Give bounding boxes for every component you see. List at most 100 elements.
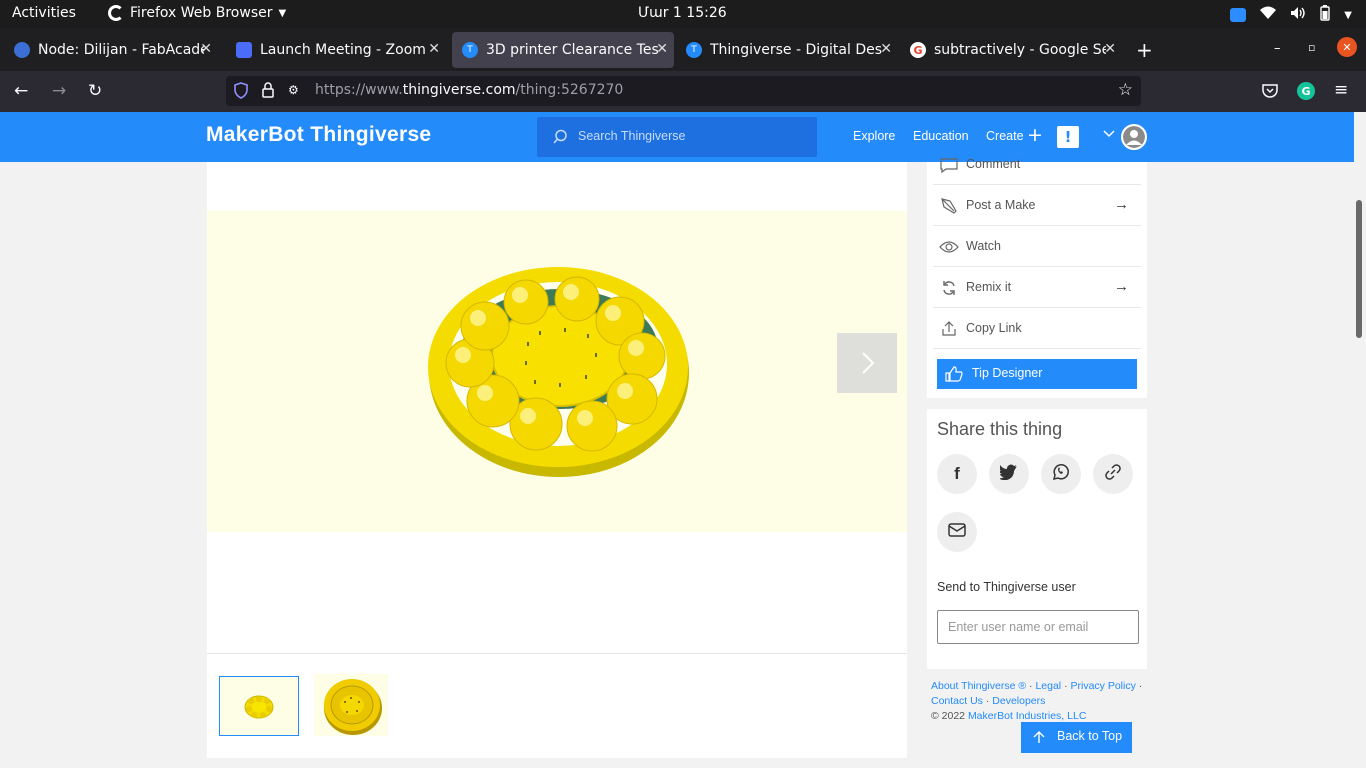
app-menu[interactable]: Firefox Web Browser ▼ (108, 5, 286, 21)
close-tab-icon[interactable]: ✕ (200, 41, 212, 57)
search-icon (553, 129, 568, 148)
navigation-toolbar: ← → ↻ ⚙ https://www.thingiverse.com/thin… (0, 71, 1366, 112)
tab-clearance-test[interactable]: T 3D printer Clearance Test ✕ (452, 32, 674, 68)
nav-explore[interactable]: Explore (853, 129, 895, 143)
chevron-down-icon[interactable] (1103, 128, 1115, 141)
copy-link-label: Copy Link (966, 321, 1022, 335)
permissions-icon[interactable]: ⚙ (288, 83, 299, 97)
tracking-shield-icon[interactable] (234, 82, 248, 103)
remix-label: Remix it (966, 280, 1012, 294)
tab-fabacademy[interactable]: Node: Dilijan - FabAcademy ✕ (4, 32, 218, 68)
thumbnail-2[interactable] (314, 674, 388, 736)
tip-designer-label: Tip Designer (972, 366, 1043, 380)
search-placeholder: Search Thingiverse (578, 129, 686, 143)
tab-thingiverse-design[interactable]: T Thingiverse - Digital Design ✕ (676, 32, 898, 68)
make-pen-icon (939, 196, 959, 216)
share-card: Share this thing f Send to Thingiverse u… (927, 409, 1147, 669)
send-to-user-input[interactable] (937, 610, 1139, 644)
arrow-up-icon (1032, 730, 1046, 747)
forward-icon[interactable]: → (52, 81, 66, 101)
system-tray[interactable]: ▼ (1230, 5, 1352, 25)
share-facebook-button[interactable]: f (937, 454, 977, 494)
footer-company-link[interactable]: MakerBot Industries, LLC (968, 710, 1086, 722)
clock[interactable]: Մաr 1 15:26 (638, 5, 727, 21)
url-prefix: https://www. (315, 82, 403, 98)
share-link-button[interactable] (1093, 454, 1133, 494)
google-favicon-icon: G (910, 42, 926, 58)
comment-action[interactable]: Comment (933, 144, 1141, 185)
lock-icon[interactable] (262, 82, 274, 102)
footer-developers-link[interactable]: Developers (992, 695, 1045, 707)
caret-down-icon: ▼ (278, 7, 287, 19)
back-icon[interactable]: ← (14, 81, 28, 101)
thumbnail-1[interactable] (219, 676, 299, 736)
footer-separator: · (1064, 680, 1068, 692)
close-tab-icon[interactable]: ✕ (880, 41, 892, 57)
footer-legal-link[interactable]: Legal (1035, 680, 1061, 692)
bookmark-star-icon[interactable]: ☆ (1118, 80, 1133, 100)
page-scrollbar[interactable] (1354, 112, 1366, 768)
tab-title: Launch Meeting - Zoom (260, 42, 426, 58)
remix-icon (939, 278, 959, 298)
tab-title: Thingiverse - Digital Design (710, 42, 882, 58)
comment-label: Comment (966, 157, 1021, 171)
minimize-window-icon[interactable]: – (1274, 41, 1281, 56)
watch-action[interactable]: Watch (933, 226, 1141, 267)
activities-button[interactable]: Activities (12, 5, 76, 21)
pocket-icon[interactable] (1262, 83, 1278, 102)
comment-icon (939, 155, 959, 175)
site-header: MakerBot Thingiverse Search Thingiverse … (0, 112, 1354, 162)
back-to-top-label: Back to Top (1057, 729, 1123, 743)
send-to-user-label: Send to Thingiverse user (937, 580, 1076, 594)
site-footer: About Thingiverse ® · Legal · Privacy Po… (931, 679, 1151, 724)
tab-zoom[interactable]: Launch Meeting - Zoom ✕ (226, 32, 446, 68)
footer-copyright: © 2022 (931, 710, 966, 722)
close-tab-icon[interactable]: ✕ (428, 41, 440, 57)
footer-separator: · (1029, 680, 1033, 692)
create-plus-icon[interactable]: + (1027, 124, 1043, 146)
footer-about-link[interactable]: About Thingiverse ® (931, 680, 1026, 692)
hamburger-menu-icon[interactable]: ≡ (1334, 80, 1348, 100)
close-window-icon[interactable]: ✕ (1337, 37, 1357, 57)
share-whatsapp-button[interactable] (1041, 454, 1081, 494)
footer-separator: · (1138, 680, 1143, 692)
post-make-action[interactable]: Post a Make → (933, 185, 1141, 226)
new-tab-icon[interactable]: + (1136, 38, 1153, 62)
thumbnail-image (220, 689, 298, 725)
zoom-tray-icon[interactable] (1230, 8, 1247, 22)
nav-create[interactable]: Create (986, 129, 1024, 143)
nav-education[interactable]: Education (913, 129, 969, 143)
tab-google-search[interactable]: G subtractively - Google Search ✕ (900, 32, 1122, 68)
volume-icon (1290, 6, 1306, 24)
site-logo[interactable]: MakerBot Thingiverse (206, 123, 431, 147)
site-search[interactable]: Search Thingiverse (537, 117, 817, 157)
share-twitter-button[interactable] (989, 454, 1029, 494)
footer-privacy-link[interactable]: Privacy Policy (1071, 680, 1136, 692)
next-image-button[interactable] (837, 333, 897, 393)
tip-designer-button[interactable]: Tip Designer (937, 359, 1137, 389)
tab-title: subtractively - Google Search (934, 42, 1106, 58)
footer-contact-link[interactable]: Contact Us (931, 695, 983, 707)
share-title: Share this thing (937, 419, 1063, 439)
power-menu-icon[interactable]: ▼ (1344, 10, 1352, 21)
back-to-top-button[interactable]: Back to Top (1021, 722, 1132, 753)
whatsapp-icon (1052, 463, 1070, 485)
thumbnail-strip (207, 653, 907, 758)
scrollbar-thumb[interactable] (1356, 200, 1362, 338)
grammarly-icon[interactable]: G (1297, 82, 1315, 100)
restore-window-icon[interactable]: ▫ (1308, 41, 1315, 54)
close-tab-icon[interactable]: ✕ (1104, 41, 1116, 57)
share-email-button[interactable] (937, 512, 977, 552)
remix-action[interactable]: Remix it → (933, 267, 1141, 308)
url-path: /thing:5267270 (515, 82, 624, 98)
url-bar[interactable]: ⚙ https://www.thingiverse.com/thing:5267… (226, 76, 1141, 106)
thing-actions-card: Comment Post a Make → Watch Remix it → C… (927, 157, 1147, 398)
copy-link-action[interactable]: Copy Link (933, 308, 1141, 349)
close-tab-icon[interactable]: ✕ (656, 41, 668, 57)
fabacademy-favicon-icon (14, 42, 30, 58)
reload-icon[interactable]: ↻ (88, 81, 102, 101)
thingiverse-favicon-icon: T (462, 42, 478, 58)
url-text[interactable]: https://www.thingiverse.com/thing:526727… (315, 82, 623, 98)
wifi-icon (1260, 6, 1277, 24)
watch-label: Watch (966, 239, 1001, 253)
